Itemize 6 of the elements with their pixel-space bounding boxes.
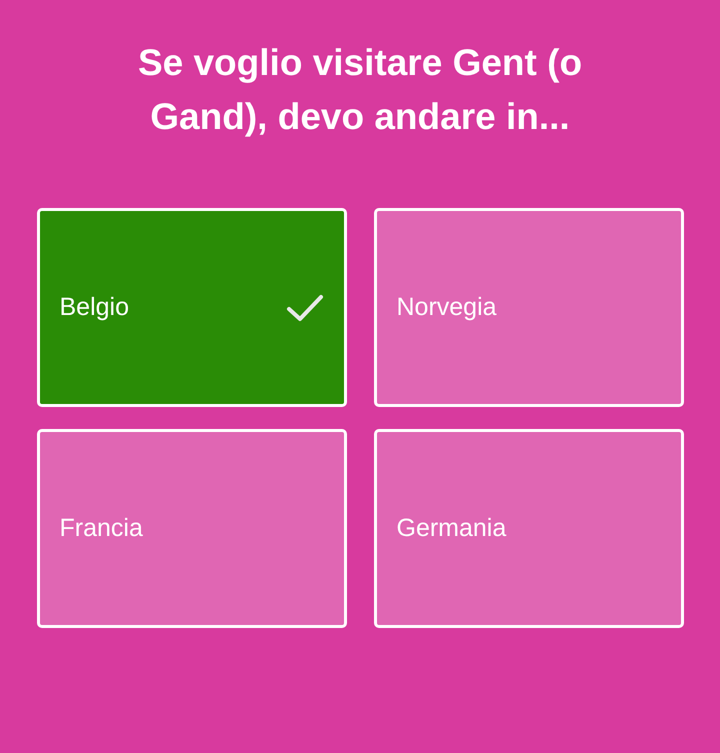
question-title: Se voglio visitare Gent (o Gand), devo andare in... xyxy=(136,41,584,139)
check-icon xyxy=(286,292,324,322)
answer-option[interactable]: Francia xyxy=(36,429,346,628)
answer-option[interactable]: Germania xyxy=(374,429,684,628)
answer-option[interactable]: Norvegia xyxy=(374,208,684,407)
answer-option[interactable]: Belgio xyxy=(36,208,346,407)
